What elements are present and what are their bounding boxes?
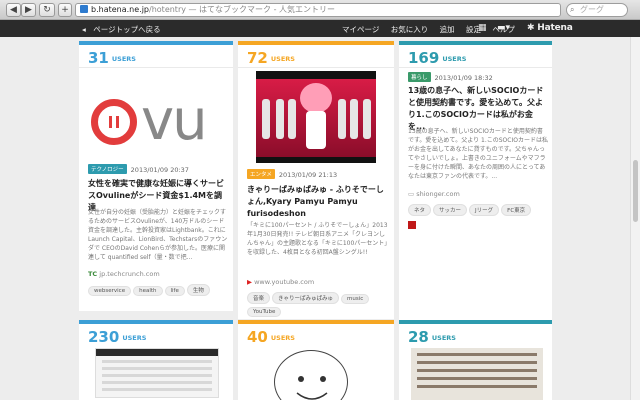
youtube-icon: ▶ xyxy=(247,278,252,286)
source-favicon-icon: TC xyxy=(88,270,98,278)
site-favicon-icon xyxy=(80,5,88,13)
menu-add[interactable]: 追加 xyxy=(440,25,455,34)
entry-thumbnail[interactable] xyxy=(274,350,348,400)
scrollbar-thumb[interactable] xyxy=(633,160,638,222)
tag[interactable]: サッカー xyxy=(433,204,468,216)
card-accent-bar xyxy=(399,41,552,45)
tag[interactable]: webservice xyxy=(88,286,132,296)
tag[interactable]: 音楽 xyxy=(247,292,271,304)
tag[interactable]: きゃりーぱみゅぱみゅ xyxy=(272,292,340,304)
hatena-topbar: ◂ ページトップへ戻る マイページ お気に入り 追加 設定 ヘルプ ▦ ▬▾ ✱… xyxy=(0,20,640,37)
ovuline-logo-icon xyxy=(91,99,137,145)
bookmark-count[interactable]: 28 USERS xyxy=(408,327,456,346)
entry-card[interactable]: 230 USERS xyxy=(79,320,233,400)
tag-list: 音楽 きゃりーぱみゅぱみゅ music YouTube xyxy=(247,292,389,319)
card-accent-bar xyxy=(399,320,552,324)
entry-meta: 暮らし 2013/01/09 18:32 xyxy=(408,72,493,82)
bookmark-count[interactable]: 72 USERS xyxy=(247,48,295,67)
card-accent-bar xyxy=(79,320,233,324)
entry-date: 2013/01/09 21:13 xyxy=(278,171,338,179)
reload-button[interactable]: ↻ xyxy=(39,3,55,17)
tag[interactable]: music xyxy=(341,294,370,304)
bookmark-count[interactable]: 31 USERS xyxy=(88,48,136,67)
source-favicon-icon: ▭ xyxy=(408,190,415,198)
entry-source[interactable]: ▶ www.youtube.com xyxy=(247,278,314,286)
tag-list: ネタ サッカー Jリーグ FC東京 xyxy=(408,204,548,219)
source-thumbnail[interactable] xyxy=(408,221,416,229)
entry-card[interactable]: 169 USERS 暮らし 2013/01/09 18:32 13歳の息子へ、新しい… xyxy=(399,41,552,321)
entry-date: 2013/01/09 18:32 xyxy=(434,74,493,82)
page-top-link[interactable]: ◂ ページトップへ戻る xyxy=(82,24,161,35)
url-host: b.hatena.ne.jp xyxy=(91,5,150,14)
entry-summary: 「キミに100パーセント / ふりそでーしょん」2013年1月30日発売!! テ… xyxy=(247,222,388,256)
browser-toolbar: ◀ ▶ ↻ + b.hatena.ne.jp/hotentry — はてなブック… xyxy=(0,0,640,20)
url-path: /hotentry xyxy=(149,5,186,14)
category-badge[interactable]: 暮らし xyxy=(408,72,431,82)
hatena-logo[interactable]: ✱ Hatena xyxy=(527,23,573,33)
apps-grid-icon[interactable]: ▦ xyxy=(478,23,487,33)
forward-button[interactable]: ▶ xyxy=(21,3,36,17)
bookmark-count[interactable]: 40 USERS xyxy=(247,327,295,346)
tag[interactable]: Jリーグ xyxy=(469,204,500,216)
entry-summary: 女性が自分の妊娠（受胎能力）と妊娠をチェックするためのサービスOvulineが、… xyxy=(88,209,228,261)
url-title: — はてなブックマーク - 人気エントリー xyxy=(185,5,336,14)
tag[interactable]: FC東京 xyxy=(501,204,532,216)
smiley-face-icon xyxy=(296,376,328,400)
menu-favorites[interactable]: お気に入り xyxy=(391,25,429,34)
category-badge[interactable]: エンタメ xyxy=(247,169,275,179)
notification-icon[interactable]: ▬▾ xyxy=(497,23,510,33)
add-bookmark-button[interactable]: + xyxy=(58,3,72,17)
entry-thumbnail[interactable] xyxy=(256,71,376,163)
entry-card[interactable]: 72 USERS エンタメ 2013/01/09 21:13 きゃりーぱみゅぱみゅ … xyxy=(238,41,394,319)
tag[interactable]: ネタ xyxy=(408,204,432,216)
entry-source[interactable]: TC jp.techcrunch.com xyxy=(88,270,160,278)
search-placeholder: グーグ xyxy=(580,5,604,14)
search-input[interactable]: ⌕ グーグ xyxy=(566,3,628,17)
entry-card[interactable]: 28 USERS xyxy=(399,320,552,400)
card-accent-bar xyxy=(238,41,394,45)
bookmark-count[interactable]: 230 USERS xyxy=(88,327,146,346)
entry-card[interactable]: 40 USERS xyxy=(238,320,394,400)
tag[interactable]: YouTube xyxy=(247,307,282,317)
entry-thumbnail[interactable] xyxy=(411,348,543,400)
logo-lettering: vu xyxy=(141,88,208,153)
search-icon: ⌕ xyxy=(570,5,575,14)
tag-list: webservice health life 生物 xyxy=(88,284,228,299)
card-accent-bar xyxy=(79,41,233,45)
category-badge[interactable]: テクノロジー xyxy=(88,164,127,174)
tag[interactable]: health xyxy=(133,286,163,296)
address-bar[interactable]: b.hatena.ne.jp/hotentry — はてなブックマーク - 人気… xyxy=(75,3,561,17)
entry-meta: テクノロジー 2013/01/09 20:37 xyxy=(88,164,189,174)
tag[interactable]: life xyxy=(164,286,185,296)
back-button[interactable]: ◀ xyxy=(6,3,21,17)
entry-summary: 13歳の息子へ、新しいSOCIOカードと使用契約書です。愛を込めて。父より 1.… xyxy=(408,128,548,180)
bookmark-count[interactable]: 169 USERS xyxy=(408,48,466,67)
tag[interactable]: 生物 xyxy=(186,284,210,296)
entry-date: 2013/01/09 20:37 xyxy=(130,166,189,174)
entry-title[interactable]: 13歳の息子へ、新しいSOCIOカードと使用契約書です。愛を込めて。父より1.こ… xyxy=(408,85,548,133)
page-scrollbar[interactable] xyxy=(630,37,640,400)
entry-title[interactable]: きゃりーぱみゅぱみゅ - ふりそでーしょん,Kyary Pamyu Pamyu … xyxy=(247,184,389,220)
entry-card[interactable]: 31 USERS vu テクノロジー 2013/01/09 20:37 女性を確実で… xyxy=(79,41,233,311)
entry-thumbnail[interactable]: vu xyxy=(91,88,231,153)
card-accent-bar xyxy=(238,320,394,324)
entry-meta: エンタメ 2013/01/09 21:13 xyxy=(247,169,337,179)
entry-thumbnail[interactable] xyxy=(95,348,219,398)
entry-source[interactable]: ▭ shionger.com xyxy=(408,190,460,198)
menu-mypage[interactable]: マイページ xyxy=(342,25,379,34)
